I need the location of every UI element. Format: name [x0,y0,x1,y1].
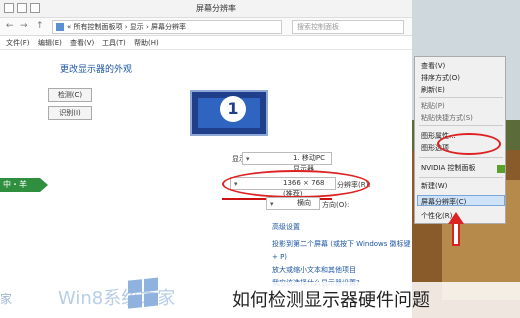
resolution-highlight-circle [222,170,370,198]
chevron-down-icon: ▾ [246,155,250,163]
context-item-refresh[interactable]: 刷新(E) [421,85,445,95]
orientation-label: 方向(O): [322,201,350,209]
context-separator [419,177,503,178]
context-item-sort[interactable]: 排序方式(O) [421,73,460,83]
properties-icon[interactable] [17,3,27,13]
orientation-select[interactable]: ▾ 横向 [266,197,320,210]
up-arrow-annotation [448,212,464,246]
quick-access-toolbar [4,3,40,13]
search-input[interactable]: 搜索控制面板 [292,20,404,34]
monitor-preview[interactable]: 1 [190,90,268,136]
new-folder-icon[interactable] [30,3,40,13]
address-bar-row: ← → ↑ « 所有控制面板项 › 显示 › 屏幕分辨率 搜索控制面板 [0,18,412,36]
context-separator [419,157,503,158]
watermark-left: 家 [0,292,13,306]
monitor-screen: 1 [198,96,260,128]
text-size-link[interactable]: 放大或缩小文本和其他项目 [272,264,412,277]
back-button[interactable]: ← [6,21,14,31]
menu-help[interactable]: 帮助(H) [134,38,159,48]
green-tag: 中・羊 [0,178,40,192]
identify-button[interactable]: 识别(I) [48,106,92,120]
caption-text: 如何检测显示器硬件问题 [232,290,430,311]
address-field[interactable]: « 所有控制面板项 › 显示 › 屏幕分辨率 [52,20,282,34]
up-button[interactable]: ↑ [36,21,44,31]
project-link[interactable]: 投影到第二个屏幕 (或按下 Windows 徽标键 + P) [272,238,412,264]
display-select[interactable]: ▾ 1. 移动PC显示器 [242,152,332,173]
context-separator [419,125,503,126]
forward-button[interactable]: → [20,21,28,31]
context-item-paste[interactable]: 粘贴(P) [421,101,445,111]
control-panel-window: 屏幕分辨率 ← → ↑ « 所有控制面板项 › 显示 › 屏幕分辨率 搜索控制面… [0,0,412,318]
menu-edit[interactable]: 编辑(E) [38,38,62,48]
context-item-screen-resolution[interactable]: 屏幕分辨率(C) [421,197,466,207]
windows-logo-icon [128,277,160,310]
chevron-down-icon: ▾ [270,200,274,208]
window-icon [4,3,14,13]
context-item-view[interactable]: 查看(V) [421,61,445,71]
arrow-shaft [452,222,460,246]
main-content: 更改显示器的外观 检测(C) 识别(I) 1 显示器(S): ▾ 1. 移动PC… [0,50,412,318]
menu-view[interactable]: 查看(V) [70,38,94,48]
context-item-paste-shortcut[interactable]: 粘贴快捷方式(S) [421,113,473,123]
green-tag-arrow [40,178,48,192]
advanced-settings-link[interactable]: 高级设置 [272,222,300,232]
address-text: « 所有控制面板项 › 显示 › 屏幕分辨率 [67,23,187,31]
context-highlight-circle [437,133,501,155]
control-panel-icon [56,23,64,31]
title-bar: 屏幕分辨率 [0,0,412,18]
detect-button[interactable]: 检测(C) [48,88,92,102]
context-item-new[interactable]: 新建(W) [421,181,447,191]
menu-file[interactable]: 文件(F) [6,38,30,48]
page-title: 更改显示器的外观 [60,65,133,75]
menu-bar: 文件(F) 编辑(E) 查看(V) 工具(T) 帮助(H) [0,36,412,50]
context-item-nvidia[interactable]: NVIDIA 控制面板 [421,163,476,173]
context-separator [419,97,503,98]
menu-tools[interactable]: 工具(T) [102,38,126,48]
window-title: 屏幕分辨率 [196,4,236,13]
nvidia-icon [497,165,505,173]
monitor-number: 1 [220,96,246,122]
